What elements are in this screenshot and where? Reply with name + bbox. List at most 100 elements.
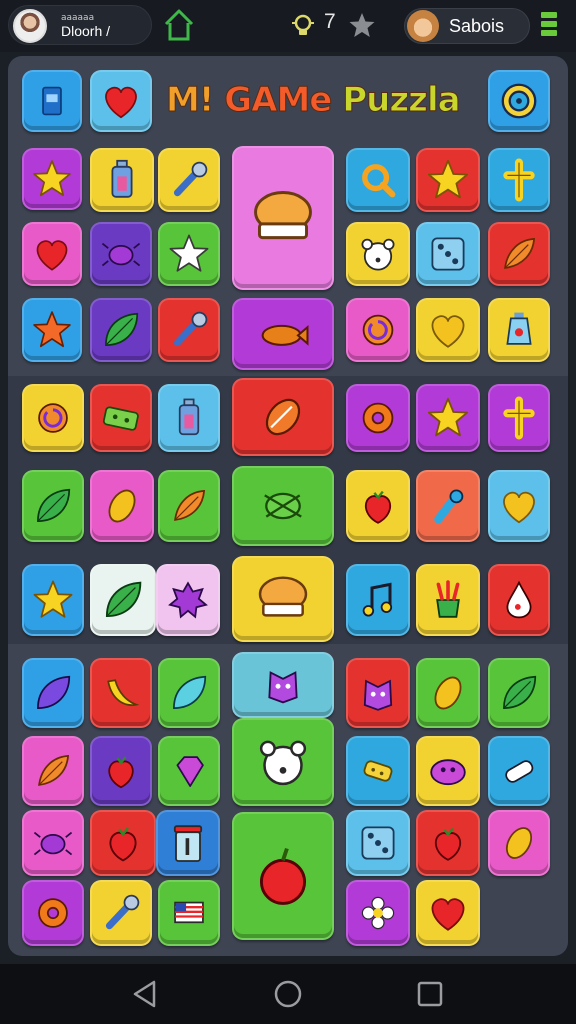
flag-tile[interactable] — [158, 880, 220, 946]
leaf-tile[interactable] — [22, 736, 84, 806]
cross-icon — [503, 396, 535, 440]
seed-icon — [108, 489, 136, 523]
knot-tile[interactable] — [90, 384, 152, 452]
candy-tile[interactable] — [232, 378, 334, 456]
blob-icon — [430, 759, 466, 786]
rocket-tile[interactable] — [416, 470, 480, 542]
candy-yellow-icon — [363, 760, 393, 782]
blob-tile[interactable] — [416, 736, 480, 806]
drop-tile[interactable] — [488, 564, 550, 636]
seed-tile[interactable] — [488, 810, 550, 876]
plant-tile[interactable] — [416, 564, 480, 636]
leaf-icon — [503, 675, 537, 709]
leaf-icon — [105, 312, 139, 346]
berry-tile[interactable] — [346, 470, 410, 542]
bug-tile[interactable] — [22, 810, 84, 876]
berry-tile[interactable] — [90, 736, 152, 806]
gem-tile[interactable] — [158, 736, 220, 806]
bottle-tile[interactable] — [90, 148, 154, 212]
tool-tile[interactable] — [158, 148, 220, 212]
feather-tile[interactable] — [488, 222, 550, 286]
home-circle-icon[interactable] — [272, 978, 304, 1010]
phone-icon — [42, 86, 62, 116]
cross-tile[interactable] — [488, 384, 550, 452]
wrench-tile[interactable] — [158, 298, 220, 362]
bear-tile[interactable] — [346, 222, 410, 286]
leaf-tile[interactable] — [158, 658, 220, 728]
hat-icon — [258, 576, 308, 617]
top-bar: aaaaaa Dloorh / 7 Sabois — [0, 0, 576, 52]
avatar — [13, 9, 47, 43]
monster-icon — [363, 679, 393, 711]
dice-tile[interactable] — [416, 222, 480, 286]
carrot-tile[interactable] — [158, 470, 220, 542]
heart-tile[interactable] — [22, 222, 82, 286]
bun-tile[interactable] — [232, 556, 334, 642]
heart-tile[interactable] — [416, 880, 480, 946]
search-icon — [362, 164, 396, 198]
bone-icon — [505, 760, 534, 783]
cross-tile[interactable] — [488, 148, 550, 212]
bottle-tile[interactable] — [158, 384, 220, 452]
monster-tile[interactable] — [232, 652, 334, 718]
tool-tile[interactable] — [90, 880, 152, 946]
leaf-tile[interactable] — [488, 658, 550, 728]
candy-tile[interactable] — [346, 736, 410, 806]
bug-tile[interactable] — [90, 222, 152, 286]
jar-tile[interactable] — [156, 810, 220, 876]
star-orange-icon — [33, 311, 71, 348]
spiral-icon — [38, 403, 68, 433]
leaf-tile[interactable] — [416, 658, 480, 728]
heart-tile[interactable] — [416, 298, 480, 362]
monster-tile[interactable] — [346, 658, 410, 728]
heart-gold-icon — [431, 315, 465, 348]
potion-tile[interactable] — [488, 298, 550, 362]
star-tile[interactable] — [22, 564, 84, 636]
leaf-tile[interactable] — [90, 298, 152, 362]
radish-tile[interactable] — [90, 810, 156, 876]
dice-tile[interactable] — [346, 810, 410, 876]
spiral-tile[interactable] — [346, 298, 410, 362]
star-tile[interactable] — [22, 298, 82, 362]
menu-icon[interactable] — [541, 12, 557, 40]
star-tile[interactable] — [158, 222, 220, 286]
music-tile[interactable] — [346, 564, 410, 636]
chef-hat-tile[interactable] — [232, 146, 334, 290]
home-icon[interactable] — [163, 8, 195, 42]
search-tile[interactable] — [346, 148, 410, 212]
candy-tile[interactable] — [232, 466, 334, 546]
leaf-tile[interactable] — [22, 658, 84, 728]
bear-tile[interactable] — [232, 718, 334, 806]
radish-tile[interactable] — [416, 810, 480, 876]
leaf-tile[interactable] — [90, 564, 156, 636]
donut-tile[interactable] — [22, 880, 84, 946]
berry-icon — [109, 827, 137, 862]
back-icon[interactable] — [130, 978, 162, 1010]
apple-tile[interactable] — [232, 812, 334, 940]
star-tile[interactable] — [416, 384, 480, 452]
heart-tile[interactable] — [90, 70, 152, 132]
leaf-icon — [37, 488, 71, 522]
splat-tile[interactable] — [156, 564, 220, 636]
leaf-tile[interactable] — [90, 470, 154, 542]
leaf-tile[interactable] — [22, 470, 84, 542]
system-nav-bar — [0, 964, 576, 1024]
recents-icon[interactable] — [414, 978, 446, 1010]
fish-tile[interactable] — [232, 298, 334, 370]
drop-icon — [506, 580, 532, 619]
target-tile[interactable] — [488, 70, 550, 132]
star-tile[interactable] — [22, 148, 82, 210]
berry-icon — [108, 756, 134, 789]
flower-tile[interactable] — [346, 880, 410, 946]
dice-icon — [361, 826, 395, 860]
donut-tile[interactable] — [346, 384, 410, 452]
star-tile[interactable] — [416, 148, 480, 212]
player-card[interactable]: Sabois — [404, 8, 530, 44]
profile-card[interactable]: aaaaaa Dloorh / — [8, 5, 152, 45]
phone-tile[interactable] — [22, 70, 82, 132]
heart-tile[interactable] — [488, 470, 550, 542]
bone-tile[interactable] — [488, 736, 550, 806]
banana-tile[interactable] — [90, 658, 152, 728]
swirl-tile[interactable] — [22, 384, 84, 452]
star-icon — [427, 159, 469, 199]
